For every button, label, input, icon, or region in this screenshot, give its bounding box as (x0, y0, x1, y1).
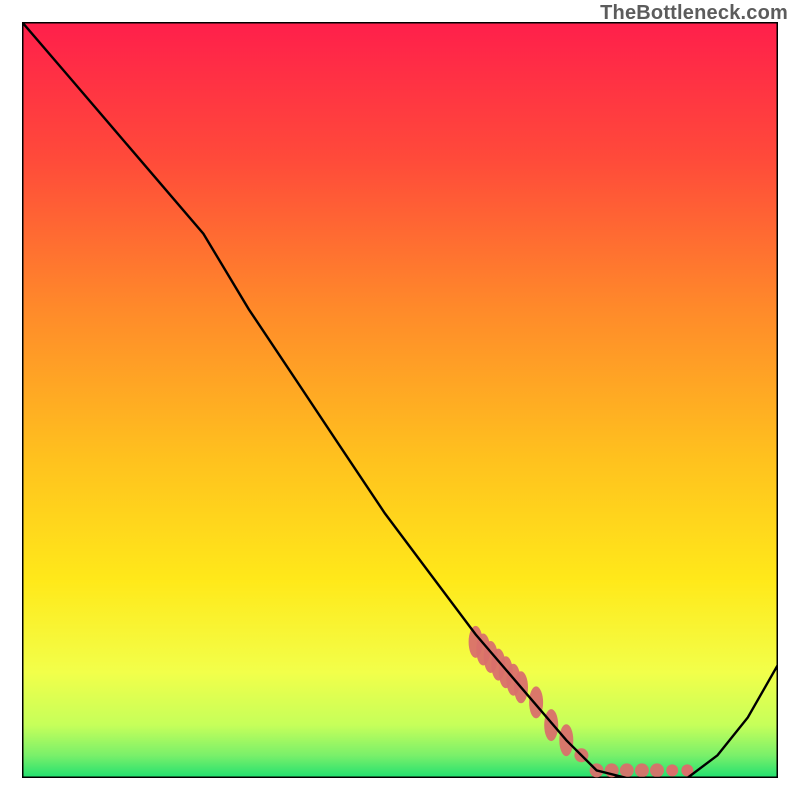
chart-container: TheBottleneck.com (0, 0, 800, 800)
chart-background (22, 22, 778, 778)
plot-area (22, 22, 778, 778)
chart-svg (22, 22, 778, 778)
watermark-text: TheBottleneck.com (600, 2, 788, 25)
